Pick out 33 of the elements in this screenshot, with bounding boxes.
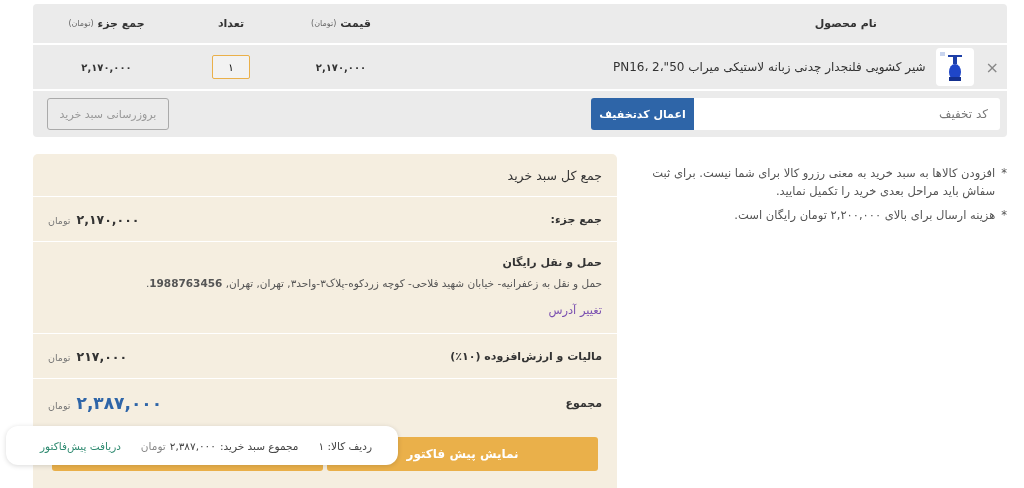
unit-label: (تومان) bbox=[68, 19, 94, 28]
cart-total-label: مجموع سبد خرید: bbox=[219, 439, 299, 452]
change-address-link[interactable]: تغییر آدرس bbox=[548, 303, 602, 317]
note-marker: * bbox=[1001, 207, 1007, 224]
note-text: افزودن کالاها به سبد خرید به معنی رزرو کالا برای شما نیست. برای ثبت سفاش باید مراحل بعدی خرید را تکمیل نمایید. bbox=[651, 165, 996, 200]
subtotal-label: جمع جزء: bbox=[550, 212, 602, 226]
coupon-field[interactable]: کد تخفیف bbox=[694, 98, 1000, 130]
note-marker: * bbox=[1001, 165, 1007, 182]
currency-label: تومان bbox=[140, 439, 166, 452]
quantity-field[interactable]: ۱ bbox=[212, 55, 250, 79]
tax-amount: ۲۱۷,۰۰۰ bbox=[76, 348, 128, 364]
currency-label: تومان bbox=[48, 400, 71, 411]
note-text: هزینه ارسال برای بالای ۲,۲۰۰,۰۰۰ تومان رایگان است. bbox=[734, 207, 996, 224]
shipping-title: حمل و نقل رایگان bbox=[501, 256, 602, 269]
price-text: ۲,۱۷۰,۰۰۰ bbox=[315, 61, 367, 73]
unit-label: (تومان) bbox=[311, 19, 337, 28]
cart-total-value: ۲,۳۸۷,۰۰۰ bbox=[169, 439, 216, 452]
currency-label: تومان bbox=[48, 214, 71, 226]
column-header: جمع جزء bbox=[97, 17, 145, 30]
total-amount: ۲,۳۸۷,۰۰۰ bbox=[76, 393, 163, 413]
column-header: قیمت bbox=[340, 17, 371, 30]
subtotal-amount: ۲,۱۷۰,۰۰۰ bbox=[76, 211, 140, 227]
remove-button[interactable]: × bbox=[983, 57, 1001, 77]
tax-label: مالیات و ارزش‌افزوده (۱۰٪) bbox=[450, 349, 602, 363]
apply-coupon-button[interactable]: اعمال کدتخفیف bbox=[591, 98, 694, 130]
column-header: نام محصول bbox=[814, 17, 877, 30]
total-label: مجموع bbox=[565, 396, 602, 410]
download-invoice-link[interactable]: دریافت پیش‌فاکتور bbox=[40, 439, 121, 452]
subtotal-text: ۲,۱۷۰,۰۰۰ bbox=[81, 61, 132, 73]
column-header: تعداد bbox=[217, 17, 245, 30]
product-name[interactable]: شیر کشویی فلنجدار چدنی زبانه لاستیکی میراب 50"،2 ،PN16 bbox=[612, 60, 926, 74]
card-title: جمع کل سبد خرید bbox=[507, 167, 602, 183]
currency-label: تومان bbox=[48, 351, 71, 363]
